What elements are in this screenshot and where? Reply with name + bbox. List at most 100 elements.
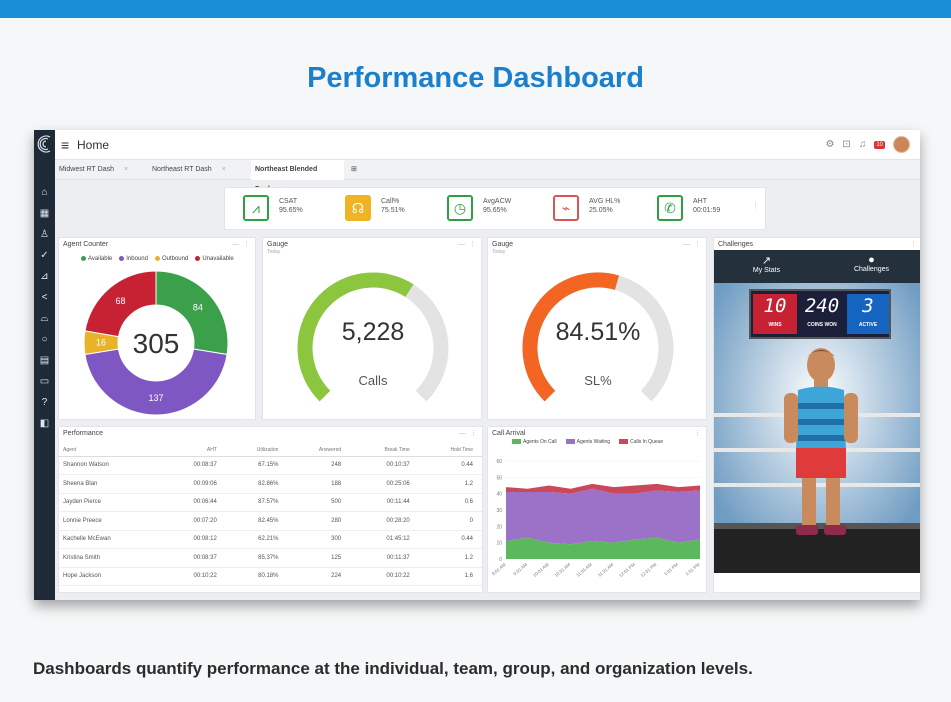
x-tick-label: 11:01 AM: [575, 562, 593, 578]
x-tick-label: 1:31 PM: [685, 562, 701, 577]
refresh-icon[interactable]: ○: [38, 333, 51, 346]
slice-label: 68: [116, 296, 126, 306]
column-header[interactable]: Break Time: [351, 444, 420, 457]
break-time-cell: 00:10:37: [351, 456, 420, 475]
slice-label: 137: [148, 393, 163, 403]
notification-bell-icon[interactable]: ♫: [859, 139, 867, 150]
app-header: ≡ Home ⚙ ⊡ ♫ 10: [55, 130, 920, 160]
hold-time-cell: 0.44: [419, 530, 482, 549]
answered-cell: 280: [288, 511, 352, 531]
kpi-avgacw[interactable]: ◷ AvgACW 95.65%: [447, 195, 542, 223]
table-row[interactable]: Hope Jackson 00:10:22 80.18% 224 00:10:22 1.6: [59, 567, 482, 586]
utilization-cell: 82.86%: [226, 474, 289, 494]
kpi-csat[interactable]: ⩘ CSAT 95.65%: [243, 195, 333, 223]
aht-cell: 00:08:12: [162, 530, 227, 549]
top-accent-bar: [0, 0, 951, 18]
kebab-menu-icon[interactable]: ⋮: [752, 202, 759, 210]
utilization-cell: 82.45%: [226, 511, 289, 531]
kpi-name: CSAT: [279, 198, 298, 205]
y-tick-label: 30: [496, 508, 502, 514]
settings-icon[interactable]: ⚙: [825, 139, 834, 150]
dashboard-grid-icon[interactable]: ▦: [38, 207, 51, 220]
panel-menu-icon[interactable]: — ⋮: [232, 240, 251, 248]
utilization-cell: 67.15%: [226, 456, 289, 475]
table-row[interactable]: Shannon Watson 00:08:37 67.15% 248 00:10:37 0…: [59, 456, 482, 475]
y-tick-label: 20: [496, 524, 502, 530]
menu-icon[interactable]: ≡: [61, 137, 69, 153]
add-tab-icon[interactable]: ⊞: [347, 160, 361, 180]
table-row[interactable]: Jayden Pierce 00:06:44 87.57% 500 00:11:44 0.…: [59, 493, 482, 512]
game-controller-icon[interactable]: ⌓: [38, 312, 51, 325]
boxing-glove-icon: ●: [868, 254, 875, 266]
clipboard-icon[interactable]: ▤: [38, 354, 51, 367]
tab-challenges[interactable]: ● Challenges: [819, 254, 920, 273]
kpi-aht[interactable]: ✆ AHT 00:01:59: [657, 195, 752, 223]
agent-total: 305: [133, 328, 180, 359]
share-icon[interactable]: <: [38, 291, 51, 304]
column-header[interactable]: Hold Time: [419, 444, 482, 457]
panel-menu-icon[interactable]: — ⋮: [458, 240, 477, 248]
legend-item: Outbound: [154, 256, 188, 262]
hold-time-cell: 0: [419, 511, 482, 531]
home-label: Home: [77, 138, 110, 152]
tab-label: Challenges: [853, 266, 890, 273]
agent-name-cell: Kristina Smith: [59, 548, 162, 568]
x-tick-label: 9:31 AM: [512, 562, 528, 577]
add-user-icon[interactable]: ⊿: [38, 270, 51, 283]
break-time-cell: 00:11:37: [351, 548, 420, 568]
panel-menu-icon[interactable]: ⋮: [694, 429, 702, 437]
table-row[interactable]: Kachelle McEwan 00:08:12 62.21% 300 01:45:12…: [59, 530, 482, 549]
help-icon[interactable]: ?: [38, 396, 51, 409]
kpi-call-percent[interactable]: ☊ Call% 75.51%: [345, 195, 435, 223]
table-row[interactable]: Lonnie Preece 00:07:20 82.45% 280 00:28:20 0: [59, 511, 482, 531]
table-row[interactable]: Sheena Blan 00:09:06 82.86% 188 00:25:06 1.2: [59, 474, 482, 494]
panel-toggle-icon[interactable]: ◧: [38, 417, 51, 430]
performance-panel: Performance — ⋮ Agent AHT Utilization An…: [58, 426, 483, 593]
hold-time-cell: 0.6: [419, 493, 482, 512]
tab-midwest-rt-dash[interactable]: Midwest RT Dash ×: [55, 160, 145, 180]
column-header[interactable]: Agent: [59, 444, 162, 457]
tab-my-stats[interactable]: ↗ My Stats: [714, 254, 819, 274]
agent-name-cell: Hope Jackson: [59, 567, 162, 586]
agent-counter-legend: Available Inbound Outbound Unavailable: [81, 256, 234, 262]
panel-menu-icon[interactable]: — ⋮: [459, 429, 478, 437]
clock-icon: ◷: [447, 195, 473, 221]
home-icon[interactable]: ⌂: [38, 186, 51, 199]
tab-northeast-blended-dash[interactable]: Northeast Blended Dash×: [251, 160, 344, 193]
user-icon[interactable]: ♙: [38, 228, 51, 241]
table-row[interactable]: Kristina Smith 00:08:37 85.37% 125 00:11:37 1…: [59, 548, 482, 568]
avatar[interactable]: [893, 136, 910, 153]
close-icon[interactable]: ×: [222, 166, 226, 173]
tab-northeast-rt-dash[interactable]: Northeast RT Dash ×: [148, 160, 248, 180]
answered-cell: 188: [288, 474, 352, 494]
break-time-cell: 00:11:44: [351, 493, 420, 512]
column-header[interactable]: Utilization: [226, 444, 289, 457]
pulse-icon: ⌁: [553, 195, 579, 221]
performance-table: Agent AHT Utilization Answered Break Tim…: [59, 444, 482, 586]
column-header[interactable]: Answered: [288, 444, 352, 457]
kpi-value: 25.05%: [589, 207, 613, 214]
legend-item: Unavailable: [195, 256, 234, 262]
check-icon[interactable]: ✓: [38, 249, 51, 262]
cart-icon[interactable]: ⊡: [842, 139, 850, 150]
kpi-name: AVG HL%: [589, 198, 621, 205]
arena-illustration: 10 WINS 240 COINS WON 3 ACTIVE: [714, 283, 920, 573]
close-icon[interactable]: ×: [124, 166, 128, 173]
agent-name-cell: Kachelle McEwan: [59, 530, 162, 549]
x-tick-label: 11:31 AM: [597, 562, 615, 578]
utilization-cell: 62.21%: [226, 530, 289, 549]
wins-stat: 10 WINS: [753, 294, 797, 334]
active-stat: 3 ACTIVE: [847, 294, 889, 334]
column-header[interactable]: AHT: [162, 444, 227, 457]
kpi-value: 00:01:59: [693, 207, 721, 214]
monitor-icon[interactable]: ▭: [38, 375, 51, 388]
legend-item: Available: [81, 256, 112, 262]
app-logo-icon: [36, 134, 54, 154]
panel-menu-icon[interactable]: — ⋮: [683, 240, 702, 248]
kpi-avg-hl[interactable]: ⌁ AVG HL% 25.05%: [553, 195, 648, 223]
panel-menu-icon[interactable]: ⋮: [910, 240, 918, 248]
area-series[interactable]: [506, 488, 700, 545]
answered-cell: 500: [288, 493, 352, 512]
panel-title: Gauge: [267, 241, 289, 248]
panel-title: Agent Counter: [63, 241, 109, 248]
